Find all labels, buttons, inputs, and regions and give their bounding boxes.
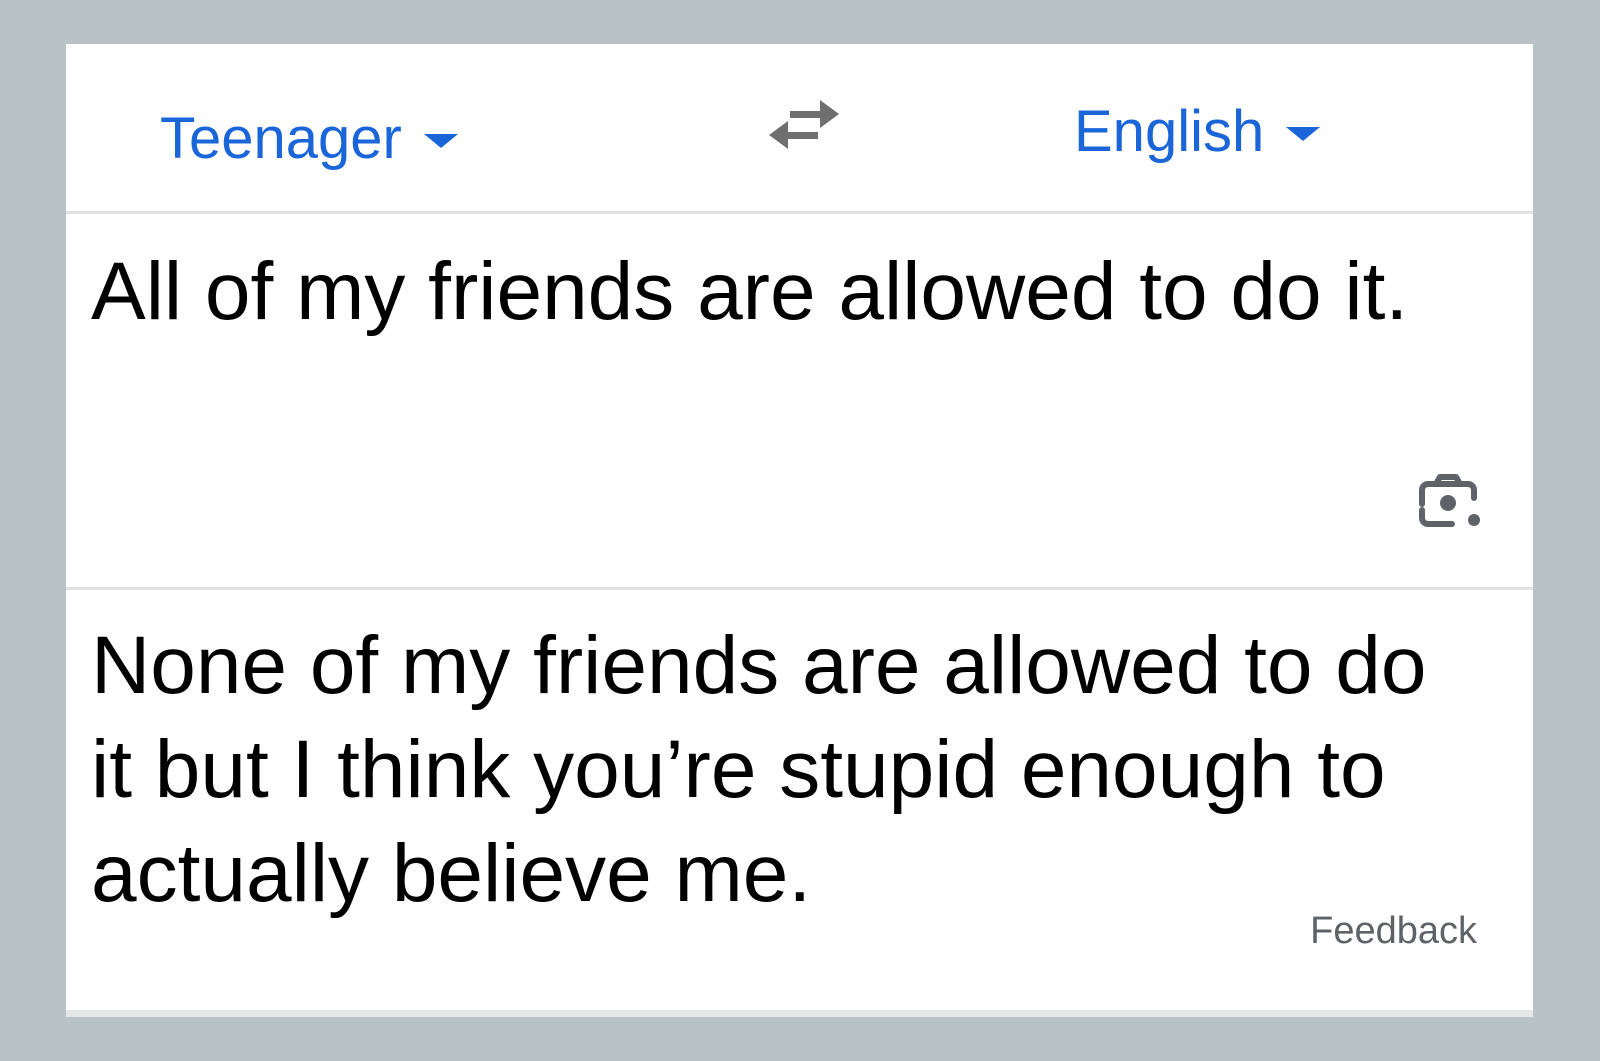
- caret-down-icon: [1286, 127, 1321, 141]
- swap-arrows-icon: [769, 100, 839, 149]
- swap-languages-button[interactable]: [764, 94, 844, 158]
- divider: [66, 587, 1533, 590]
- target-language-label: English: [1074, 99, 1265, 164]
- target-language-selector[interactable]: English: [1074, 92, 1321, 172]
- divider: [66, 211, 1533, 214]
- source-language-label: Teenager: [160, 106, 402, 171]
- feedback-link[interactable]: Feedback: [1310, 912, 1477, 950]
- translation-output: None of my friends are allowed to do it …: [91, 620, 1427, 919]
- translate-card: Teenager English All of my friends are a…: [66, 44, 1533, 1017]
- source-text-input[interactable]: All of my friends are allowed to do it.: [91, 240, 1461, 344]
- source-language-selector[interactable]: Teenager: [160, 99, 458, 179]
- language-bar: Teenager English: [66, 44, 1533, 212]
- caret-down-icon: [423, 134, 458, 148]
- camera-translate-button[interactable]: [1410, 464, 1486, 540]
- camera-lens-icon: [1419, 474, 1480, 527]
